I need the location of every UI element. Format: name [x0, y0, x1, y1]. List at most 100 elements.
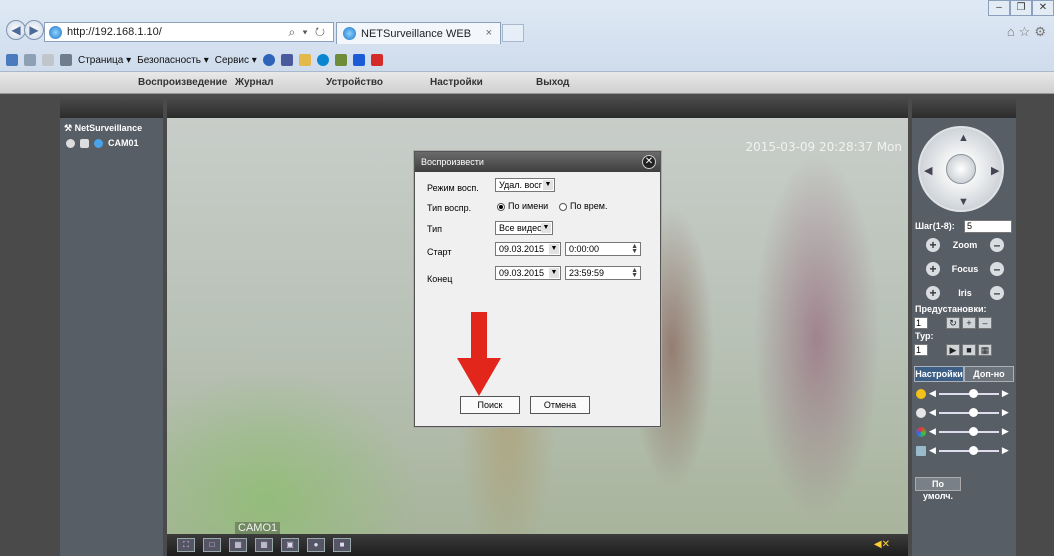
tree-camera-item[interactable]: CAM01	[66, 138, 139, 148]
slider-right-icon[interactable]: ▶	[1002, 426, 1009, 437]
print-icon[interactable]	[60, 54, 72, 66]
gear-addon-icon[interactable]	[298, 54, 311, 66]
browser-tab[interactable]: NETSurveillance WEB ×	[336, 22, 501, 44]
focus-in-icon[interactable]: +	[926, 262, 940, 276]
cancel-button[interactable]: Отмена	[530, 396, 590, 414]
slider-knob[interactable]	[968, 426, 978, 436]
ptz-up-icon[interactable]: ▲	[958, 132, 969, 144]
menu-device[interactable]: Устройство	[326, 77, 383, 88]
tree-root[interactable]: ⚒ NetSurveillance	[64, 123, 142, 134]
slider-knob[interactable]	[968, 388, 978, 398]
speaker-mute-icon[interactable]: ◀✕	[874, 539, 890, 550]
slider-right-icon[interactable]: ▶	[1002, 445, 1009, 456]
kaspersky-icon[interactable]	[370, 54, 383, 66]
cmd-security[interactable]: Безопасность ▾	[137, 55, 209, 66]
slider-left-icon[interactable]: ◀	[929, 426, 936, 437]
radio-by-time[interactable]: По врем.	[559, 201, 607, 211]
end-time-field[interactable]: 23:59:59 ▲ ▼	[565, 266, 641, 280]
preset-goto-icon[interactable]: ↻	[946, 317, 960, 329]
slider-left-icon[interactable]: ◀	[929, 388, 936, 399]
tab-settings[interactable]: Настройки	[914, 366, 964, 382]
mode-select[interactable]: Удал. восг ▼	[495, 178, 555, 192]
single-view-icon[interactable]: □	[203, 538, 221, 552]
spinner-icon[interactable]: ▲ ▼	[631, 267, 638, 279]
ptz-right-icon[interactable]: ▶	[991, 164, 999, 177]
record-start-icon[interactable]: ●	[307, 538, 325, 552]
tour-play-icon[interactable]: ▶	[946, 344, 960, 356]
skype-icon[interactable]	[316, 54, 329, 66]
mail-icon[interactable]	[42, 54, 54, 66]
address-url[interactable]: http://192.168.1.10/	[67, 26, 162, 38]
iris-in-icon[interactable]: +	[926, 286, 940, 300]
contrast-slider[interactable]: ◀ ▶	[916, 407, 1009, 418]
close-window-icon[interactable]: ✕	[1032, 0, 1054, 16]
record-stop-icon[interactable]: ■	[333, 538, 351, 552]
start-date-field[interactable]: 09.03.2015 ▼	[495, 242, 561, 256]
menu-exit[interactable]: Выход	[536, 77, 569, 88]
radio-unchecked-icon[interactable]	[559, 202, 567, 211]
preset-select[interactable]: 1	[914, 317, 928, 329]
addon-icon[interactable]	[280, 54, 293, 66]
help-icon[interactable]	[262, 54, 275, 66]
end-date-field[interactable]: 09.03.2015 ▼	[495, 266, 561, 280]
new-tab-button[interactable]	[502, 24, 524, 42]
focus-out-icon[interactable]: –	[990, 262, 1004, 276]
back-icon[interactable]: ◀	[6, 20, 26, 40]
start-time-field[interactable]: 0:00:00 ▲ ▼	[565, 242, 641, 256]
ptz-left-icon[interactable]: ◀	[924, 164, 932, 177]
slider-right-icon[interactable]: ▶	[1002, 388, 1009, 399]
chevron-down-icon[interactable]: ▼	[541, 223, 551, 233]
stream-icon[interactable]	[80, 138, 89, 148]
feeds-icon[interactable]	[24, 54, 36, 66]
nine-view-icon[interactable]: ▦	[255, 538, 273, 552]
calendar-dropdown-icon[interactable]: ▼	[549, 244, 559, 254]
fullscreen-icon[interactable]: ⛶	[177, 538, 195, 552]
cmd-page[interactable]: Страница ▾	[78, 55, 131, 66]
iris-out-icon[interactable]: –	[990, 286, 1004, 300]
kind-select[interactable]: Все видео ▼	[495, 221, 553, 235]
ptz-down-icon[interactable]: ▼	[958, 196, 969, 208]
saturation-slider[interactable]: ◀ ▶	[916, 426, 1009, 437]
cmd-tools[interactable]: Сервис ▾	[215, 55, 257, 66]
preset-add-icon[interactable]: +	[962, 317, 976, 329]
default-button[interactable]: По умолч.	[915, 477, 961, 501]
menu-log[interactable]: Журнал	[235, 77, 274, 88]
tour-select[interactable]: 1	[914, 344, 928, 356]
slider-knob[interactable]	[968, 407, 978, 417]
step-select[interactable]: 5	[964, 220, 1012, 233]
tour-grid-icon[interactable]: ▦	[978, 344, 992, 356]
quad-view-icon[interactable]: ▦	[229, 538, 247, 552]
slider-knob[interactable]	[968, 445, 978, 455]
ext-icon[interactable]	[334, 54, 347, 66]
slider-left-icon[interactable]: ◀	[929, 445, 936, 456]
record-icon[interactable]	[66, 138, 75, 148]
bluetooth-icon[interactable]	[352, 54, 365, 66]
menu-playback[interactable]: Воспроизведение	[138, 77, 227, 88]
address-bar[interactable]: http://192.168.1.10/ ⌕ ▾ ↻	[44, 22, 334, 42]
hue-slider[interactable]: ◀ ▶	[916, 445, 1009, 456]
tour-stop-icon[interactable]: ■	[962, 344, 976, 356]
menu-settings[interactable]: Настройки	[430, 77, 483, 88]
ptz-center-button[interactable]	[946, 154, 976, 184]
tab-extra[interactable]: Доп-но	[964, 366, 1014, 382]
zoom-out-icon[interactable]: –	[990, 238, 1004, 252]
chevron-down-icon[interactable]: ▼	[543, 180, 553, 190]
radio-by-name[interactable]: По имени	[497, 201, 548, 211]
home-star-gear-icons[interactable]: ⌂☆⚙	[1007, 24, 1050, 40]
slider-right-icon[interactable]: ▶	[1002, 407, 1009, 418]
calendar-dropdown-icon[interactable]: ▼	[549, 268, 559, 278]
forward-icon[interactable]: ▶	[24, 20, 44, 40]
search-button[interactable]: Поиск	[460, 396, 520, 414]
dialog-close-icon[interactable]: ✕	[642, 155, 656, 169]
minimize-icon[interactable]: –	[988, 0, 1010, 16]
snapshot-icon[interactable]: ▣	[281, 538, 299, 552]
search-refresh-icon[interactable]: ⌕ ▾ ↻	[288, 25, 327, 40]
zoom-in-icon[interactable]: +	[926, 238, 940, 252]
tab-close-icon[interactable]: ×	[486, 27, 492, 39]
home-cmd-icon[interactable]	[6, 54, 18, 66]
radio-checked-icon[interactable]	[497, 202, 505, 211]
spinner-icon[interactable]: ▲ ▼	[631, 243, 638, 255]
preset-remove-icon[interactable]: –	[978, 317, 992, 329]
brightness-slider[interactable]: ◀ ▶	[916, 388, 1009, 399]
ptz-joystick[interactable]: ▲ ▼ ◀ ▶	[918, 126, 1004, 212]
